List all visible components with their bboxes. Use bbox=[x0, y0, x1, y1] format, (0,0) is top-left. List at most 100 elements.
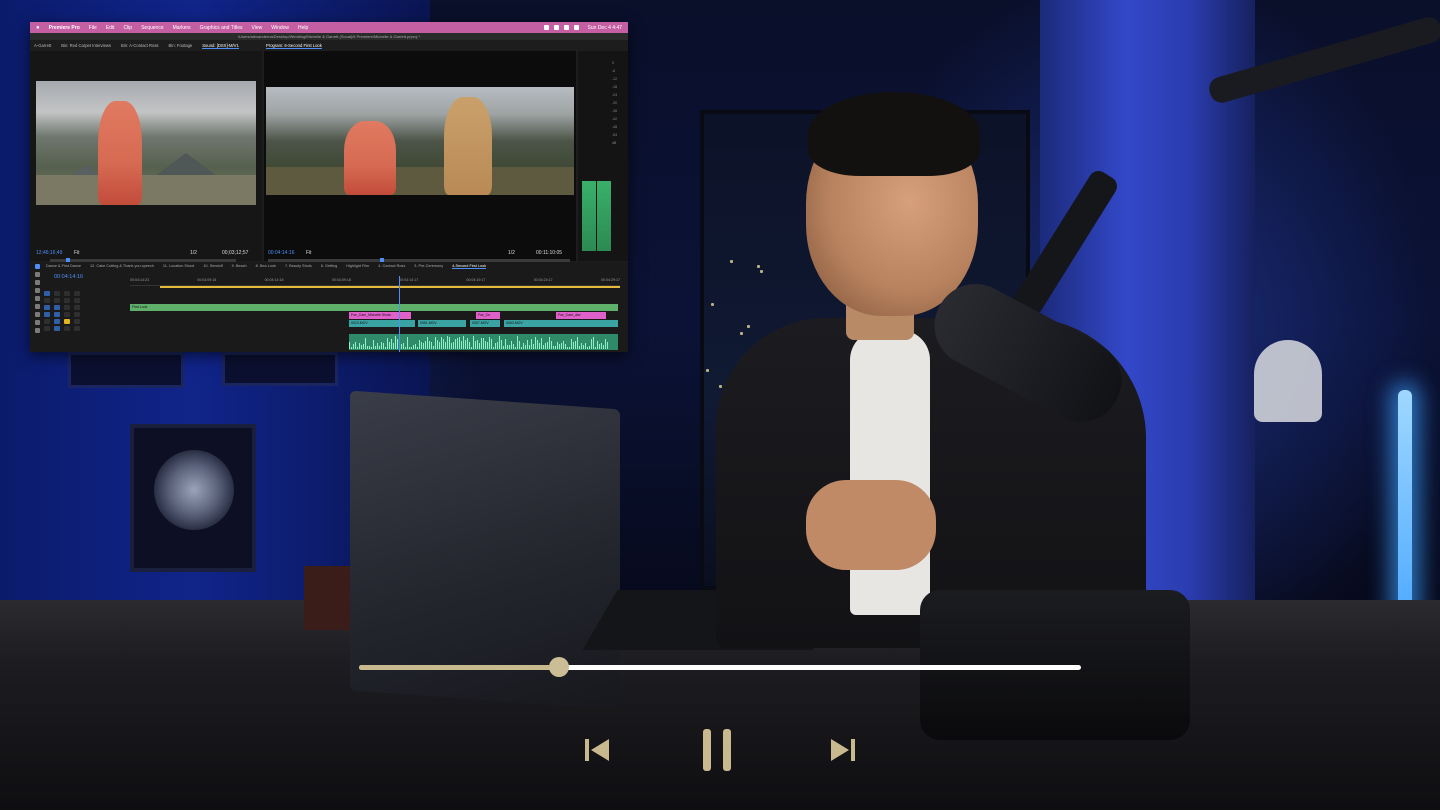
tab-program[interactable]: Program: 6-Second First Look bbox=[266, 43, 322, 49]
toggle-icon[interactable] bbox=[74, 298, 80, 303]
waveform-bar bbox=[575, 341, 576, 349]
program-ratio-select[interactable]: 1/2 bbox=[508, 250, 515, 256]
toggle-icon[interactable] bbox=[74, 291, 80, 296]
source-ratio-select[interactable]: 1/2 bbox=[190, 250, 197, 256]
type-tool-icon[interactable] bbox=[34, 328, 40, 333]
work-area-bar[interactable] bbox=[160, 286, 620, 288]
toggle-icon[interactable] bbox=[54, 312, 60, 317]
tab-source-active[interactable]: Sound: [DSX]-M/V1 bbox=[202, 43, 239, 49]
progress-knob[interactable] bbox=[548, 657, 569, 677]
waveform-bar bbox=[603, 345, 604, 349]
tab-sequence[interactable]: 12. Cake Cutting & Thank you speech bbox=[90, 264, 154, 269]
tab-sequence[interactable]: Dance & First Dance bbox=[46, 264, 81, 269]
ground bbox=[266, 167, 574, 195]
toggle-icon[interactable] bbox=[74, 305, 80, 310]
tab-source[interactable]: Bin: Red Carpet Interviews bbox=[61, 43, 111, 48]
toggle-icon[interactable] bbox=[44, 312, 50, 317]
waveform-bar bbox=[525, 345, 526, 349]
timeline-clip[interactable]: 0051.MOV bbox=[418, 320, 466, 327]
tab-sequence[interactable]: 9. Beach bbox=[232, 264, 247, 269]
hand-tool-icon[interactable] bbox=[34, 320, 40, 325]
tab-sequence[interactable]: 3. Pre-Ceremony bbox=[414, 264, 443, 269]
tab-sequence[interactable]: 8. Bea Look bbox=[256, 264, 276, 269]
battery-icon[interactable] bbox=[553, 25, 559, 30]
tab-source[interactable]: A-Garrett bbox=[34, 43, 51, 48]
timeline-timecode[interactable]: 00:04:14:16 bbox=[54, 274, 83, 280]
tab-sequence[interactable]: Highlight Film bbox=[346, 264, 369, 269]
wifi-icon[interactable] bbox=[543, 25, 549, 30]
menu-item[interactable]: Sequence bbox=[141, 25, 164, 31]
toggle-icon[interactable] bbox=[44, 305, 50, 310]
tab-sequence[interactable]: 4. Contact Ross bbox=[378, 264, 405, 269]
waveform-bar bbox=[441, 337, 442, 349]
timeline-clip[interactable]: Fwr_Cam_Michelle Shots bbox=[349, 312, 411, 319]
toggle-icon[interactable] bbox=[74, 319, 80, 324]
timeline-clip[interactable]: 0023.MOV bbox=[349, 320, 415, 327]
menubar-clock[interactable]: Sun Dec 4 4:47 bbox=[588, 25, 622, 31]
tab-sequence[interactable]: 6. Getting bbox=[321, 264, 337, 269]
timeline-clip[interactable]: First Look bbox=[130, 304, 618, 311]
toggle-icon[interactable] bbox=[44, 319, 50, 324]
toggle-icon[interactable] bbox=[64, 326, 70, 331]
menu-item[interactable]: View bbox=[251, 25, 262, 31]
search-icon[interactable] bbox=[563, 25, 569, 30]
toggle-icon[interactable] bbox=[44, 291, 50, 296]
menu-item[interactable]: Premiere Pro bbox=[49, 25, 80, 31]
audio-meter-right bbox=[597, 181, 611, 251]
toggle-icon[interactable] bbox=[54, 305, 60, 310]
razor-tool-icon[interactable] bbox=[34, 288, 40, 293]
menu-item[interactable]: Graphics and Titles bbox=[200, 25, 243, 31]
tab-source[interactable]: Bin: A-Contact Ross bbox=[121, 43, 158, 48]
tab-sequence[interactable]: 11. Location Shoot bbox=[163, 264, 194, 269]
audio-clip[interactable] bbox=[349, 334, 618, 350]
toggle-icon[interactable] bbox=[74, 312, 80, 317]
toggle-icon[interactable] bbox=[64, 298, 70, 303]
previous-button[interactable] bbox=[575, 724, 619, 776]
tab-sequence[interactable]: 10. Sendoff bbox=[203, 264, 222, 269]
toggle-icon[interactable] bbox=[64, 312, 70, 317]
person-shirt bbox=[850, 330, 930, 615]
source-timecode-in[interactable]: 12;46;16;49 bbox=[36, 250, 62, 256]
menu-item[interactable]: Help bbox=[298, 25, 308, 31]
slip-tool-icon[interactable] bbox=[34, 296, 40, 301]
ripple-edit-tool-icon[interactable] bbox=[34, 280, 40, 285]
program-fit-select[interactable]: Fit bbox=[306, 250, 312, 256]
toggle-icon[interactable] bbox=[54, 326, 60, 331]
toggle-icon[interactable] bbox=[64, 319, 70, 324]
pen-tool-icon[interactable] bbox=[34, 304, 40, 309]
rectangle-tool-icon[interactable] bbox=[34, 312, 40, 317]
waveform-bar bbox=[371, 347, 372, 349]
timeline-clip[interactable]: Fwr_Cn bbox=[476, 312, 500, 319]
waveform-bar bbox=[381, 342, 382, 349]
pause-button[interactable] bbox=[695, 724, 739, 776]
control-center-icon[interactable] bbox=[573, 25, 579, 30]
tab-source[interactable]: Bin: Footage bbox=[169, 43, 193, 48]
tab-sequence[interactable]: 7. Beauty Shots bbox=[285, 264, 312, 269]
tab-sequence-active[interactable]: 4-Second First Look bbox=[452, 264, 487, 269]
toggle-icon[interactable] bbox=[64, 305, 70, 310]
menu-item[interactable]: File bbox=[89, 25, 97, 31]
laptop bbox=[350, 390, 620, 710]
timeline-clip[interactable]: 0063.MOV bbox=[504, 320, 618, 327]
program-timecode-in[interactable]: 00:04:14:16 bbox=[268, 250, 294, 256]
toggle-icon[interactable] bbox=[54, 291, 60, 296]
toggle-icon[interactable] bbox=[54, 298, 60, 303]
source-fit-select[interactable]: Fit bbox=[74, 250, 80, 256]
menu-item[interactable]: Edit bbox=[106, 25, 115, 31]
toggle-icon[interactable] bbox=[54, 319, 60, 324]
menu-item[interactable]: Clip bbox=[123, 25, 132, 31]
next-button[interactable] bbox=[821, 724, 865, 776]
selection-tool-icon[interactable] bbox=[34, 264, 40, 269]
toggle-icon[interactable] bbox=[44, 326, 50, 331]
time-ruler[interactable]: 00:04:14:23 00:04:09:18 00:04:14:18 00:0… bbox=[130, 278, 620, 286]
timeline-clip[interactable]: Fwr_Cam_dlw bbox=[556, 312, 606, 319]
track-select-tool-icon[interactable] bbox=[34, 272, 40, 277]
toggle-icon[interactable] bbox=[64, 291, 70, 296]
toggle-icon[interactable] bbox=[74, 326, 80, 331]
playhead[interactable] bbox=[399, 276, 400, 352]
toggle-icon[interactable] bbox=[44, 298, 50, 303]
menu-item[interactable]: Window bbox=[271, 25, 289, 31]
progress-bar[interactable] bbox=[359, 657, 1081, 677]
timeline-clip[interactable]: 0057.MOV bbox=[470, 320, 500, 327]
menu-item[interactable]: Markers bbox=[173, 25, 191, 31]
